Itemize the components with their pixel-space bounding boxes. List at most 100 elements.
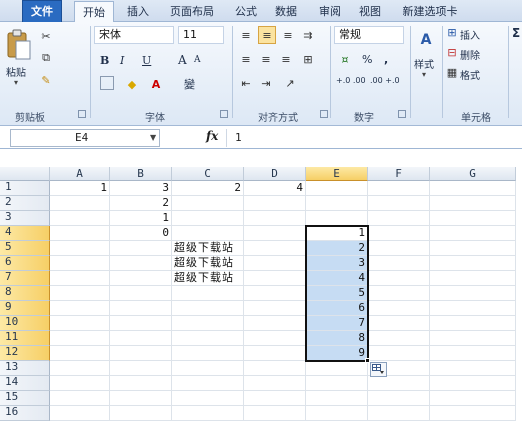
merge-center-icon[interactable]: ⊞ (298, 52, 318, 66)
italic-button[interactable]: I (120, 54, 124, 67)
tab-insert[interactable]: 插入 (120, 1, 156, 22)
cell-d5[interactable] (244, 241, 306, 256)
grow-font-button[interactable]: A (178, 53, 187, 67)
row-header-3[interactable]: 3 (0, 211, 50, 226)
row-header-15[interactable]: 15 (0, 391, 50, 406)
row-header-12[interactable]: 12 (0, 346, 50, 361)
tab-file[interactable]: 文件 (22, 0, 62, 22)
column-header-d[interactable]: D (244, 167, 306, 181)
cell-g6[interactable] (430, 256, 516, 271)
row-header-1[interactable]: 1 (0, 181, 50, 196)
cell-g14[interactable] (430, 376, 516, 391)
phonetic-button[interactable]: 變 (184, 76, 195, 92)
paste-label[interactable]: 粘贴 (6, 64, 26, 79)
name-box[interactable]: E4 (10, 129, 160, 147)
cell-g3[interactable] (430, 211, 516, 226)
row-header-14[interactable]: 14 (0, 376, 50, 391)
cell-c11[interactable] (172, 331, 244, 346)
cell-a12[interactable] (50, 346, 110, 361)
font-color-icon[interactable]: A (148, 76, 164, 92)
number-launcher-icon[interactable] (398, 110, 406, 118)
cell-d7[interactable] (244, 271, 306, 286)
cell-c10[interactable] (172, 316, 244, 331)
row-header-13[interactable]: 13 (0, 361, 50, 376)
cell-e6[interactable]: 3 (306, 256, 368, 271)
cell-f3[interactable] (368, 211, 430, 226)
delete-icon[interactable]: ⊟ (446, 46, 458, 59)
format-cells-icon[interactable]: ▦ (446, 66, 458, 79)
cell-g16[interactable] (430, 406, 516, 421)
comma-button[interactable]: , (384, 53, 388, 66)
cell-f5[interactable] (368, 241, 430, 256)
cell-f12[interactable] (368, 346, 430, 361)
align-bottom-icon[interactable]: ≡ (280, 28, 296, 42)
paste-dropdown-icon[interactable]: ▾ (14, 78, 18, 87)
auto-fill-options-icon[interactable] (370, 362, 387, 377)
cell-d11[interactable] (244, 331, 306, 346)
cell-b7[interactable] (110, 271, 172, 286)
cell-e7[interactable]: 4 (306, 271, 368, 286)
decrease-decimal-button[interactable]: .00 +.0 (370, 76, 400, 85)
insert-icon[interactable]: ⊞ (446, 26, 458, 39)
cell-e15[interactable] (306, 391, 368, 406)
cell-g5[interactable] (430, 241, 516, 256)
cell-e1[interactable] (306, 181, 368, 196)
cell-e3[interactable] (306, 211, 368, 226)
format-painter-icon[interactable]: ✎ (38, 72, 54, 88)
tab-page-layout[interactable]: 页面布局 (162, 1, 222, 22)
cell-f9[interactable] (368, 301, 430, 316)
cell-d3[interactable] (244, 211, 306, 226)
cell-d1[interactable]: 4 (244, 181, 306, 196)
cell-d12[interactable] (244, 346, 306, 361)
column-header-f[interactable]: F (368, 167, 430, 181)
cell-b16[interactable] (110, 406, 172, 421)
formula-input[interactable]: 1 (226, 129, 522, 147)
cell-b14[interactable] (110, 376, 172, 391)
cell-b13[interactable] (110, 361, 172, 376)
cell-f4[interactable] (368, 226, 430, 241)
cell-f8[interactable] (368, 286, 430, 301)
row-header-7[interactable]: 7 (0, 271, 50, 286)
cell-a3[interactable] (50, 211, 110, 226)
cell-g15[interactable] (430, 391, 516, 406)
cell-a7[interactable] (50, 271, 110, 286)
cell-b4[interactable]: 0 (110, 226, 172, 241)
border-icon[interactable] (100, 76, 114, 90)
cell-d14[interactable] (244, 376, 306, 391)
decrease-indent-icon[interactable]: ⇤ (238, 76, 254, 90)
row-header-5[interactable]: 5 (0, 241, 50, 256)
row-header-2[interactable]: 2 (0, 196, 50, 211)
column-header-e[interactable]: E (306, 167, 368, 181)
cell-a6[interactable] (50, 256, 110, 271)
cell-c3[interactable] (172, 211, 244, 226)
cell-c15[interactable] (172, 391, 244, 406)
cell-f6[interactable] (368, 256, 430, 271)
cell-g10[interactable] (430, 316, 516, 331)
cell-e10[interactable]: 7 (306, 316, 368, 331)
align-center-icon[interactable]: ≡ (258, 52, 274, 66)
orientation-icon[interactable]: ↗ (280, 76, 300, 90)
cell-g1[interactable] (430, 181, 516, 196)
column-header-a[interactable]: A (50, 167, 110, 181)
cell-d13[interactable] (244, 361, 306, 376)
cell-f11[interactable] (368, 331, 430, 346)
currency-icon[interactable]: ¤ (336, 52, 354, 66)
cell-b8[interactable] (110, 286, 172, 301)
styles-button[interactable]: 样式 (414, 56, 434, 71)
underline-button[interactable]: U (142, 54, 151, 67)
cell-g2[interactable] (430, 196, 516, 211)
tab-data[interactable]: 数据 (268, 1, 304, 22)
spreadsheet-grid[interactable]: A B C D E F G 1 1 3 2 4 2 2 3 1 4 0 1 5 超级下载站 2 6 超级下载站 3 7 超级下载站 4… (0, 167, 522, 432)
wrap-text-icon[interactable]: ⇉ (300, 28, 316, 42)
styles-dropdown-icon[interactable]: ▾ (422, 70, 426, 79)
cell-e9[interactable]: 6 (306, 301, 368, 316)
cell-f2[interactable] (368, 196, 430, 211)
increase-decimal-button[interactable]: +.0 .00 (336, 76, 366, 85)
tab-home[interactable]: 开始 (74, 1, 114, 23)
font-name-select[interactable]: 宋体 (94, 26, 174, 44)
cell-e12[interactable]: 9 (306, 346, 368, 361)
cell-a4[interactable] (50, 226, 110, 241)
autosum-button[interactable]: Σ (512, 26, 520, 40)
cell-d16[interactable] (244, 406, 306, 421)
cell-c12[interactable] (172, 346, 244, 361)
